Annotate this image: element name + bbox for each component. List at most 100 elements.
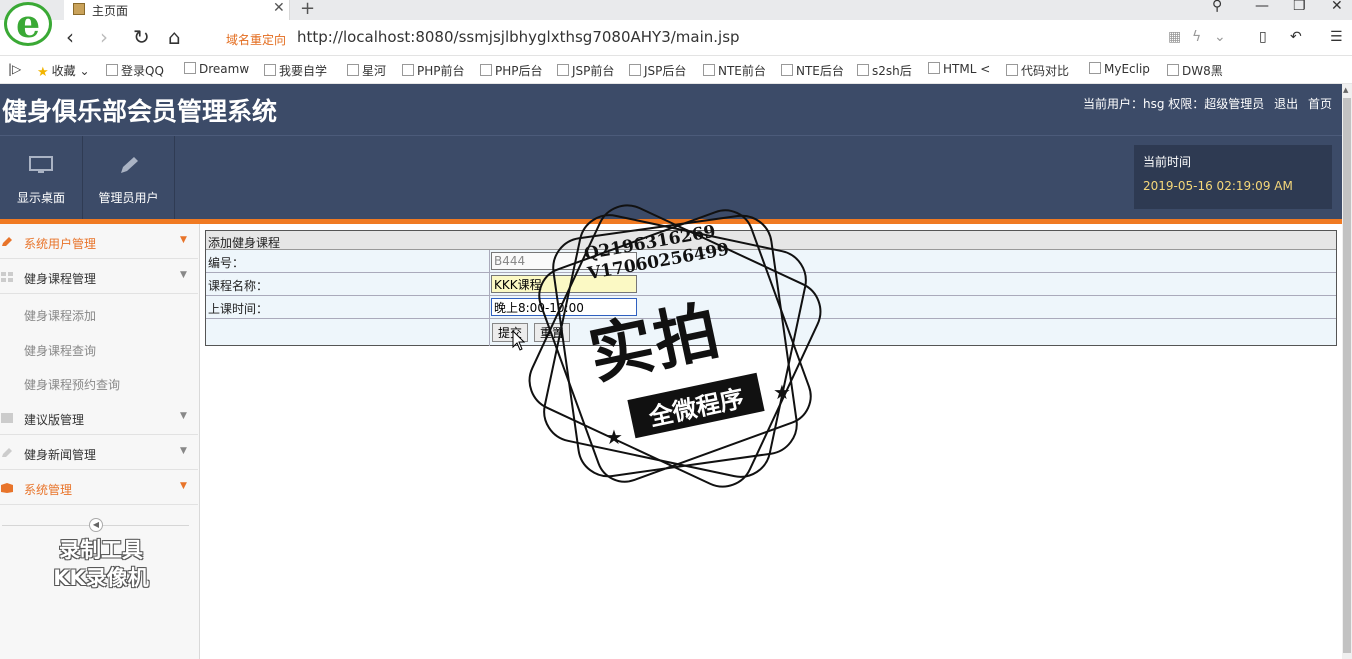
bookmark-item[interactable]: 登录QQ	[106, 62, 164, 79]
field-label: 课程名称：	[208, 279, 269, 293]
sidebar-item-system[interactable]: 系统管理 ▼	[0, 470, 198, 505]
bookmark-item[interactable]: JSP前台	[557, 62, 614, 79]
form-row: 课程名称：	[206, 273, 1336, 296]
sidebar-subitem-course-add[interactable]: 健身课程添加	[24, 307, 96, 324]
divider	[489, 319, 490, 346]
sidebar-item-label: 系统管理	[24, 483, 73, 497]
form-actions: 提交 重置	[206, 319, 1336, 346]
grid-icon[interactable]: ▦	[1168, 29, 1181, 45]
divider	[489, 250, 490, 272]
add-course-form: 添加健身课程 编号： 课程名称： 上课时间： 提交 重置	[205, 230, 1337, 346]
bookmark-item[interactable]: HTML <	[928, 62, 990, 76]
close-window-icon[interactable]: ✕	[1331, 0, 1343, 14]
sidebar-item-news[interactable]: 健身新闻管理 ▼	[0, 435, 198, 470]
chevron-down-icon: ▼	[180, 235, 187, 245]
tab-close-icon[interactable]: ✕	[273, 0, 285, 16]
show-desktop-label: 显示桌面	[16, 191, 65, 205]
class-time-input[interactable]	[491, 298, 637, 316]
chevron-down-icon[interactable]: ⌄	[1214, 29, 1226, 45]
back-icon[interactable]: ‹	[66, 25, 74, 49]
collapse-sidebar-icon[interactable]: ◀	[89, 518, 103, 532]
chevron-down-icon: ▼	[180, 446, 187, 456]
form-row: 上课时间：	[206, 296, 1336, 319]
scroll-up-icon[interactable]: ▲	[1343, 86, 1348, 94]
board-icon	[1, 413, 13, 423]
home-link[interactable]: 首页	[1308, 97, 1332, 111]
bookmark-item[interactable]: Dreamw	[184, 62, 249, 76]
pencil-icon	[2, 237, 12, 246]
sidebar-subitem-course-query[interactable]: 健身课程查询	[24, 342, 96, 359]
current-time-value: 2019-05-16 02:19:09 AM	[1143, 179, 1293, 193]
sidebar-item-label: 建议版管理	[24, 413, 85, 427]
chevron-down-icon: ▼	[180, 270, 187, 280]
address-bar: ‹ › ↻ ⌂ 域名重定向 http://localhost:8080/ssmj…	[0, 20, 1352, 56]
browser-tab-bar: 主页面 ✕ + ⚲ — ❐ ✕	[0, 0, 1352, 20]
current-user-label: 当前用户：hsg	[1082, 97, 1165, 111]
sidebar-item-label: 系统用户管理	[24, 237, 97, 251]
bookmark-item[interactable]: PHP后台	[480, 62, 543, 79]
minimize-icon[interactable]: —	[1255, 0, 1269, 14]
permission-label: 权限：超级管理员	[1168, 97, 1265, 111]
home-icon[interactable]: ⌂	[168, 25, 181, 49]
box-icon	[1, 483, 13, 493]
sidebar-item-suggestion[interactable]: 建议版管理 ▼	[0, 400, 198, 435]
scroll-thumb[interactable]	[1343, 98, 1351, 653]
sidebar-toggle-icon[interactable]: |▷	[8, 62, 21, 76]
maximize-icon[interactable]: ❐	[1293, 0, 1306, 14]
new-tab-icon[interactable]: +	[300, 0, 315, 19]
toolbar: 显示桌面 管理员用户 当前时间 2019-05-16 02:19:09 AM	[0, 135, 1342, 220]
app-header: 健身俱乐部会员管理系统 当前用户：hsg 权限：超级管理员 退出 首页	[0, 84, 1342, 135]
reader-icon[interactable]: ▯	[1259, 29, 1267, 45]
logout-link[interactable]: 退出	[1274, 97, 1298, 111]
course-name-input[interactable]	[491, 275, 637, 293]
admin-users-button[interactable]: 管理员用户	[83, 136, 175, 220]
app-title: 健身俱乐部会员管理系统	[2, 97, 278, 126]
course-id-input[interactable]	[491, 252, 637, 270]
recorder-line: 录制工具	[59, 538, 143, 562]
pencil-icon	[2, 448, 12, 457]
bookmark-item[interactable]: 代码对比	[1006, 62, 1069, 79]
monitor-icon	[29, 156, 53, 173]
bookmark-item[interactable]: JSP后台	[629, 62, 686, 79]
browser-tab[interactable]: 主页面 ✕	[64, 0, 290, 20]
pin-icon[interactable]: ⚲	[1212, 0, 1222, 14]
field-label: 编号：	[208, 256, 245, 270]
browser-logo-icon: e	[4, 1, 52, 46]
sidebar-item-course[interactable]: 健身课程管理 ▼	[0, 259, 198, 294]
menu-icon[interactable]: ☰	[1330, 29, 1343, 45]
bookmark-item[interactable]: MyEclip	[1089, 62, 1150, 76]
sidebar-item-system-users[interactable]: 系统用户管理 ▼	[0, 224, 198, 259]
sidebar-subitem-booking-query[interactable]: 健身课程预约查询	[24, 376, 120, 393]
current-time-panel: 当前时间 2019-05-16 02:19:09 AM	[1134, 145, 1332, 209]
chevron-down-icon: ▼	[180, 411, 187, 421]
bookmark-item[interactable]: DW8黑	[1167, 62, 1223, 79]
show-desktop-button[interactable]: 显示桌面	[0, 136, 83, 220]
redirect-label: 域名重定向	[226, 33, 287, 47]
current-time-label: 当前时间	[1143, 155, 1192, 169]
recorder-line: KK录像机	[53, 566, 149, 590]
bookmark-item[interactable]: 星河	[347, 62, 386, 79]
bookmarks-bar: |▷ ★ 收藏 ⌄ 登录QQ Dreamw 我要自学 星河 PHP前台 PHP后台…	[0, 56, 1352, 84]
user-info: 当前用户：hsg 权限：超级管理员 退出 首页	[1083, 95, 1332, 112]
page-scrollbar[interactable]: ▲	[1342, 84, 1352, 659]
flash-icon[interactable]: ϟ	[1192, 29, 1201, 45]
undo-icon[interactable]: ↶	[1290, 29, 1302, 45]
bookmark-item[interactable]: s2sh后	[857, 62, 912, 79]
page-favicon-icon	[73, 3, 85, 15]
url-input[interactable]: http://localhost:8080/ssmjsjlbhyglxthsg7…	[297, 28, 740, 46]
bookmark-item[interactable]: PHP前台	[402, 62, 465, 79]
main-content: 添加健身课程 编号： 课程名称： 上课时间： 提交 重置	[200, 224, 1342, 659]
bookmark-item[interactable]: ★ 收藏 ⌄	[37, 62, 90, 80]
reset-button[interactable]: 重置	[534, 323, 571, 342]
chevron-down-icon: ▼	[180, 481, 187, 491]
bookmark-item[interactable]: NTE后台	[781, 62, 844, 79]
forward-icon[interactable]: ›	[100, 25, 108, 49]
form-title: 添加健身课程	[206, 231, 1336, 250]
grid-icon	[1, 272, 13, 282]
divider	[489, 296, 490, 318]
sidebar-item-label: 健身新闻管理	[24, 448, 97, 462]
bookmark-item[interactable]: 我要自学	[264, 62, 327, 79]
tab-title: 主页面	[92, 4, 129, 18]
reload-icon[interactable]: ↻	[133, 25, 150, 49]
bookmark-item[interactable]: NTE前台	[703, 62, 766, 79]
